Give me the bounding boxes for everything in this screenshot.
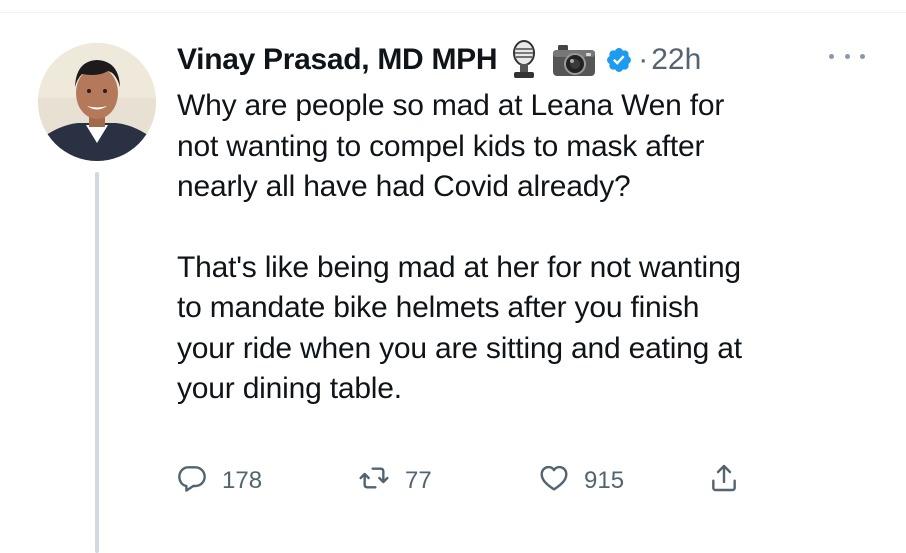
- text-line: nearly all have had Covid already?: [177, 170, 631, 203]
- share-button[interactable]: [708, 461, 740, 501]
- more-options-icon[interactable]: [829, 46, 865, 66]
- avatar[interactable]: [38, 43, 156, 161]
- text-line: That's like being mad at her for not wan…: [177, 250, 741, 284]
- like-button[interactable]: 915: [538, 461, 624, 501]
- timestamp[interactable]: 22h: [651, 43, 701, 77]
- like-icon: [538, 462, 570, 501]
- action-bar: 178 77 915: [0, 461, 906, 501]
- reply-count: 178: [222, 467, 263, 494]
- retweet-count: 77: [405, 467, 432, 494]
- tweet-paragraph: Why are people so mad at Leana Wen for n…: [177, 86, 877, 208]
- camera-icon: [551, 42, 597, 78]
- text-line: not wanting to compel kids to mask after: [177, 129, 705, 163]
- retweet-icon: [357, 462, 391, 501]
- divider: [0, 12, 906, 13]
- like-count: 915: [584, 467, 625, 494]
- retweet-button[interactable]: 77: [357, 461, 432, 501]
- text-line: your ride when you are sitting and eatin…: [177, 331, 742, 365]
- text-line: your dining table.: [177, 372, 402, 405]
- verified-badge-icon[interactable]: [605, 46, 633, 74]
- text-line: Why are people so mad at Leana Wen for: [177, 89, 725, 122]
- reply-button[interactable]: 178: [176, 461, 262, 501]
- reply-icon: [176, 462, 208, 501]
- tweet-header: Vinay Prasad, MD MPH · 22h: [177, 38, 701, 82]
- tweet-text: Why are people so mad at Leana Wen for n…: [177, 86, 877, 410]
- microphone-icon: [507, 40, 541, 80]
- tweet[interactable]: Vinay Prasad, MD MPH · 22h Why are peopl…: [0, 0, 906, 553]
- separator-dot: ·: [638, 43, 649, 76]
- share-icon: [708, 461, 740, 502]
- text-line: to mandate bike helmets after you finish: [177, 291, 700, 324]
- avatar-image: [38, 43, 156, 161]
- author-name[interactable]: Vinay Prasad, MD MPH: [177, 43, 498, 77]
- tweet-paragraph: That's like being mad at her for not wan…: [177, 248, 877, 410]
